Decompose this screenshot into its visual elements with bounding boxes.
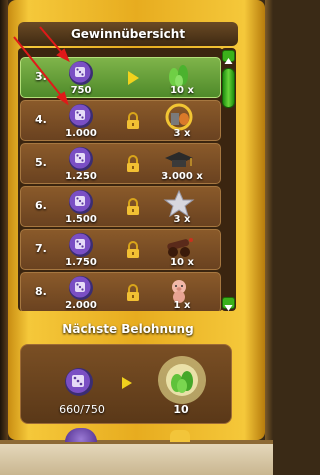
dice-token-icon (69, 104, 93, 128)
arrow-right-icon (122, 377, 132, 389)
chevron-down-icon (224, 305, 233, 311)
reward-row[interactable]: 4. 1.000 3 x (20, 100, 221, 141)
bottom-strip (0, 440, 273, 475)
next-reward-count: 10 (173, 403, 189, 416)
reward-price: 750 (70, 85, 92, 96)
reward-list[interactable]: 3. 750 10 x 4. 1.000 3 x 5. 1.250 3.000 x 6. 1.500… (18, 48, 223, 311)
reward-row[interactable]: 5. 1.250 3.000 x (20, 143, 221, 184)
reward-rank: 8. (35, 285, 47, 298)
padlock-icon (127, 198, 139, 215)
padlock-icon (127, 155, 139, 172)
pig-figure-icon (172, 280, 186, 303)
reward-count: 10 x (170, 257, 194, 268)
reward-row[interactable]: 3. 750 10 x (20, 57, 221, 98)
silver-star-icon (163, 189, 195, 217)
bottom-strip-edge (0, 440, 273, 444)
next-reward-title: Nächste Belohnung (62, 322, 194, 336)
glowing-green-gem-icon (158, 356, 206, 404)
reward-price: 1.000 (65, 128, 97, 139)
reward-count: 3.000 x (161, 171, 203, 182)
left-wood-edge (0, 0, 8, 475)
reward-count: 3 x (173, 214, 191, 225)
padlock-icon (127, 284, 139, 301)
scroll-down-button[interactable] (222, 297, 235, 311)
reward-count: 1 x (173, 300, 191, 311)
partial-gold-icon (170, 430, 190, 442)
reward-rank: 6. (35, 199, 47, 212)
reward-rank: 7. (35, 242, 47, 255)
green-gem-cluster-icon (169, 65, 188, 87)
arrow-right-icon (128, 71, 139, 85)
reward-count: 10 x (170, 85, 194, 96)
right-wood-edge (265, 0, 273, 475)
padlock-icon (127, 112, 139, 129)
cannon-icon (167, 238, 193, 257)
reward-price: 1.750 (65, 257, 97, 268)
next-reward-panel: 660/750 10 (20, 344, 232, 424)
reward-price: 1.250 (65, 171, 97, 182)
scroll-thumb[interactable] (222, 68, 235, 108)
reward-rank: 5. (35, 156, 47, 169)
reward-count: 3 x (173, 128, 191, 139)
panel-title: Gewinnübersicht (18, 22, 238, 46)
dice-token-icon (69, 190, 93, 214)
graduation-cap-icon (165, 152, 193, 167)
dice-token-icon (69, 61, 93, 85)
golden-wreath-items-icon (165, 103, 193, 131)
reward-row[interactable]: 8. 2.000 1 x (20, 272, 221, 311)
dice-token-icon (65, 368, 93, 396)
reward-row[interactable]: 7. 1.750 10 x (20, 229, 221, 270)
dice-token-icon (69, 147, 93, 171)
dice-token-icon (69, 233, 93, 257)
reward-row[interactable]: 6. 1.500 3 x (20, 186, 221, 227)
reward-rank: 4. (35, 113, 47, 126)
padlock-icon (127, 241, 139, 258)
reward-price: 1.500 (65, 214, 97, 225)
scroll-up-button[interactable] (222, 50, 235, 64)
reward-price: 2.000 (65, 300, 97, 311)
reward-rank: 3. (35, 70, 47, 83)
scrollbar[interactable] (221, 48, 236, 311)
next-reward-progress: 660/750 (59, 403, 105, 416)
dice-token-icon (69, 276, 93, 300)
chevron-up-icon (224, 58, 233, 64)
